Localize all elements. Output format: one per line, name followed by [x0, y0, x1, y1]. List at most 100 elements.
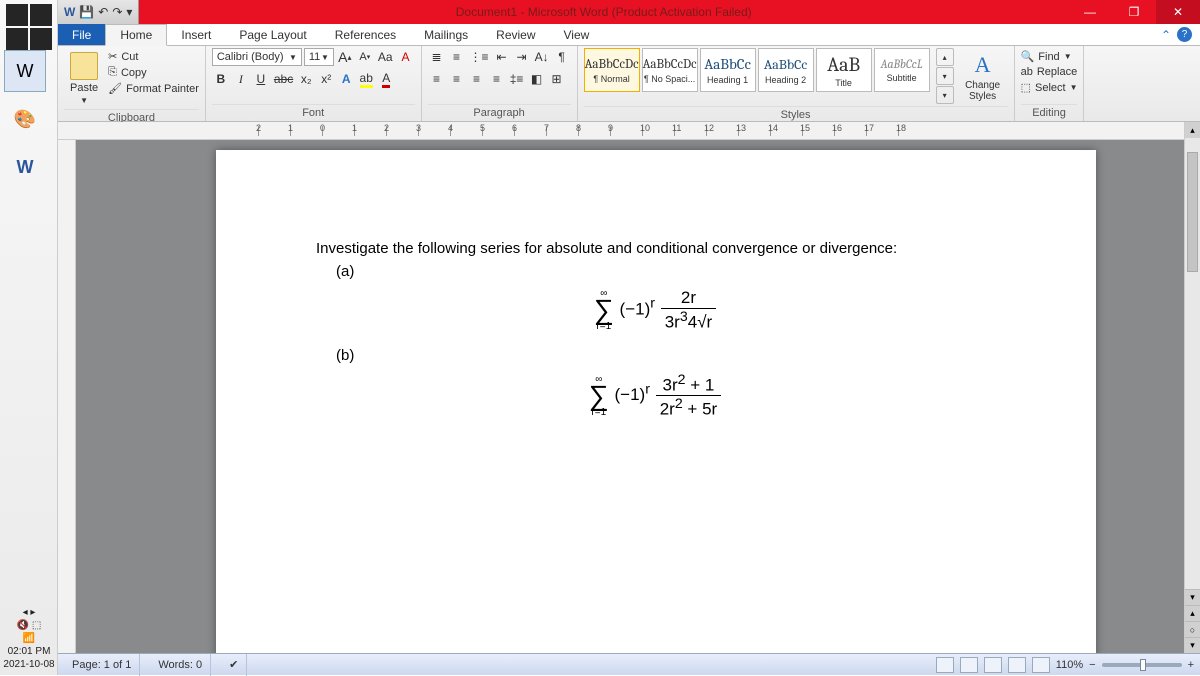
view-print-layout-button[interactable] [936, 657, 954, 673]
styles-more-icon[interactable]: ▾ [936, 86, 954, 104]
shrink-font-button[interactable]: A▾ [356, 48, 374, 66]
horizontal-ruler[interactable]: 210123456789101112131415161718 [58, 122, 1184, 140]
find-button[interactable]: 🔍Find▼ [1021, 50, 1078, 63]
prev-page-button[interactable]: ▴ [1185, 605, 1200, 621]
tray-icons[interactable]: ◂ ▸ [0, 606, 58, 619]
tab-home[interactable]: Home [105, 24, 167, 46]
superscript-button[interactable]: x² [317, 70, 335, 88]
taskbar-app-icon[interactable]: 🎨 [4, 98, 46, 140]
scroll-thumb[interactable] [1187, 152, 1198, 272]
style-heading-1[interactable]: AaBbCcHeading 1 [700, 48, 756, 92]
help-icon[interactable]: ? [1177, 27, 1192, 42]
text-effects-button[interactable]: A [337, 70, 355, 88]
change-case-button[interactable]: Aa [376, 48, 395, 66]
start-button[interactable] [6, 4, 52, 50]
style-heading-2[interactable]: AaBbCcHeading 2 [758, 48, 814, 92]
paste-button[interactable]: Paste ▼ [64, 48, 104, 109]
status-proof-icon[interactable]: ✔ [221, 654, 247, 676]
zoom-slider[interactable] [1102, 663, 1182, 667]
styles-gallery[interactable]: AaBbCcDc¶ NormalAaBbCcDc¶ No Spaci...AaB… [584, 48, 930, 92]
show-marks-button[interactable]: ¶ [553, 48, 571, 66]
style-subtitle[interactable]: AaBbCcLSubtitle [874, 48, 930, 92]
next-page-button[interactable]: ▾ [1185, 637, 1200, 653]
vertical-ruler[interactable] [58, 140, 76, 653]
numbering-button[interactable]: ≡ [448, 48, 466, 66]
multilevel-button[interactable]: ⋮≡ [468, 48, 491, 66]
line-spacing-button[interactable]: ‡≡ [508, 70, 526, 88]
series-b: ∞∑r=1 (−1)r 3r2 + 1 2r2 + 5r [316, 372, 996, 420]
view-draft-button[interactable] [1032, 657, 1050, 673]
grow-font-button[interactable]: A▴ [336, 48, 354, 66]
copy-button[interactable]: ⎘Copy [108, 66, 199, 79]
tray-sound-icon[interactable]: 🔇 ⬚ [0, 619, 58, 632]
shading-button[interactable]: ◧ [528, 70, 546, 88]
qat-redo-icon[interactable]: ↷ [112, 5, 122, 19]
ribbon-tabs: File Home Insert Page Layout References … [58, 24, 1200, 46]
format-painter-button[interactable]: 🖌Format Painter [108, 82, 199, 95]
qat-undo-icon[interactable]: ↶ [98, 5, 108, 19]
clear-format-button[interactable]: A [397, 48, 415, 66]
zoom-in-button[interactable]: + [1188, 659, 1194, 671]
taskbar-word2-icon[interactable]: W [4, 146, 46, 188]
style---no-spaci---[interactable]: AaBbCcDc¶ No Spaci... [642, 48, 698, 92]
view-web-button[interactable] [984, 657, 1002, 673]
tab-insert[interactable]: Insert [167, 24, 225, 45]
ribbon-help[interactable]: ⌃? [1153, 24, 1200, 45]
justify-button[interactable]: ≡ [488, 70, 506, 88]
sort-button[interactable]: A↓ [533, 48, 551, 66]
increase-indent-button[interactable]: ⇥ [513, 48, 531, 66]
tab-pagelayout[interactable]: Page Layout [225, 24, 320, 45]
strike-button[interactable]: abc [272, 70, 295, 88]
scroll-up-button[interactable]: ▴ [1185, 122, 1200, 138]
scroll-down-button[interactable]: ▾ [1185, 589, 1200, 605]
status-page[interactable]: Page: 1 of 1 [64, 654, 140, 676]
tab-file[interactable]: File [58, 24, 105, 45]
view-fullscreen-button[interactable] [960, 657, 978, 673]
styles-scroll-up-icon[interactable]: ▴ [936, 48, 954, 66]
qat-save-icon[interactable]: 💾 [79, 5, 94, 19]
vertical-scrollbar[interactable]: ▴ ▾ ▴ ○ ▾ [1184, 122, 1200, 653]
font-name-combo[interactable]: Calibri (Body)▼ [212, 48, 302, 66]
highlight-button[interactable]: ab [357, 70, 375, 88]
tab-references[interactable]: References [321, 24, 410, 45]
underline-button[interactable]: U [252, 70, 270, 88]
font-color-button[interactable]: A [377, 70, 395, 88]
windows-taskbar: W 🎨 W ◂ ▸ 🔇 ⬚ 📶 02:01 PM 2021-10-08 [0, 0, 58, 675]
tab-review[interactable]: Review [482, 24, 549, 45]
font-size-combo[interactable]: 11▼ [304, 48, 334, 66]
bullets-button[interactable]: ≣ [428, 48, 446, 66]
align-right-button[interactable]: ≡ [468, 70, 486, 88]
view-outline-button[interactable] [1008, 657, 1026, 673]
tab-mailings[interactable]: Mailings [410, 24, 482, 45]
status-words[interactable]: Words: 0 [150, 654, 211, 676]
taskbar-word-icon[interactable]: W [4, 50, 46, 92]
zoom-out-button[interactable]: − [1089, 659, 1095, 671]
decrease-indent-button[interactable]: ⇤ [493, 48, 511, 66]
replace-button[interactable]: abReplace [1021, 66, 1078, 78]
minimize-ribbon-icon[interactable]: ⌃ [1161, 28, 1171, 42]
status-zoom[interactable]: 110% [1056, 659, 1083, 671]
change-styles-button[interactable]: A Change Styles [958, 48, 1008, 106]
close-button[interactable]: ✕ [1156, 0, 1200, 24]
subscript-button[interactable]: x₂ [297, 70, 315, 88]
tab-view[interactable]: View [550, 24, 604, 45]
paste-dropdown-icon[interactable]: ▼ [80, 96, 88, 105]
cut-button[interactable]: ✂Cut [108, 50, 199, 63]
tray-network-icon[interactable]: 📶 [0, 632, 58, 645]
select-button[interactable]: ⬚Select▼ [1021, 81, 1078, 94]
style---normal[interactable]: AaBbCcDc¶ Normal [584, 48, 640, 92]
browse-object-button[interactable]: ○ [1185, 621, 1200, 637]
minimize-button[interactable]: — [1068, 0, 1112, 24]
align-center-button[interactable]: ≡ [448, 70, 466, 88]
style-title[interactable]: AaBTitle [816, 48, 872, 92]
qat-customize-icon[interactable]: ▾ [126, 5, 132, 19]
align-left-button[interactable]: ≡ [428, 70, 446, 88]
maximize-button[interactable]: ❐ [1112, 0, 1156, 24]
bold-button[interactable]: B [212, 70, 230, 88]
taskbar-date[interactable]: 2021-10-08 [0, 658, 58, 671]
styles-scroll-down-icon[interactable]: ▾ [936, 67, 954, 85]
taskbar-time[interactable]: 02:01 PM [0, 645, 58, 658]
page[interactable]: Investigate the following series for abs… [216, 150, 1096, 653]
borders-button[interactable]: ⊞ [548, 70, 566, 88]
italic-button[interactable]: I [232, 70, 250, 88]
